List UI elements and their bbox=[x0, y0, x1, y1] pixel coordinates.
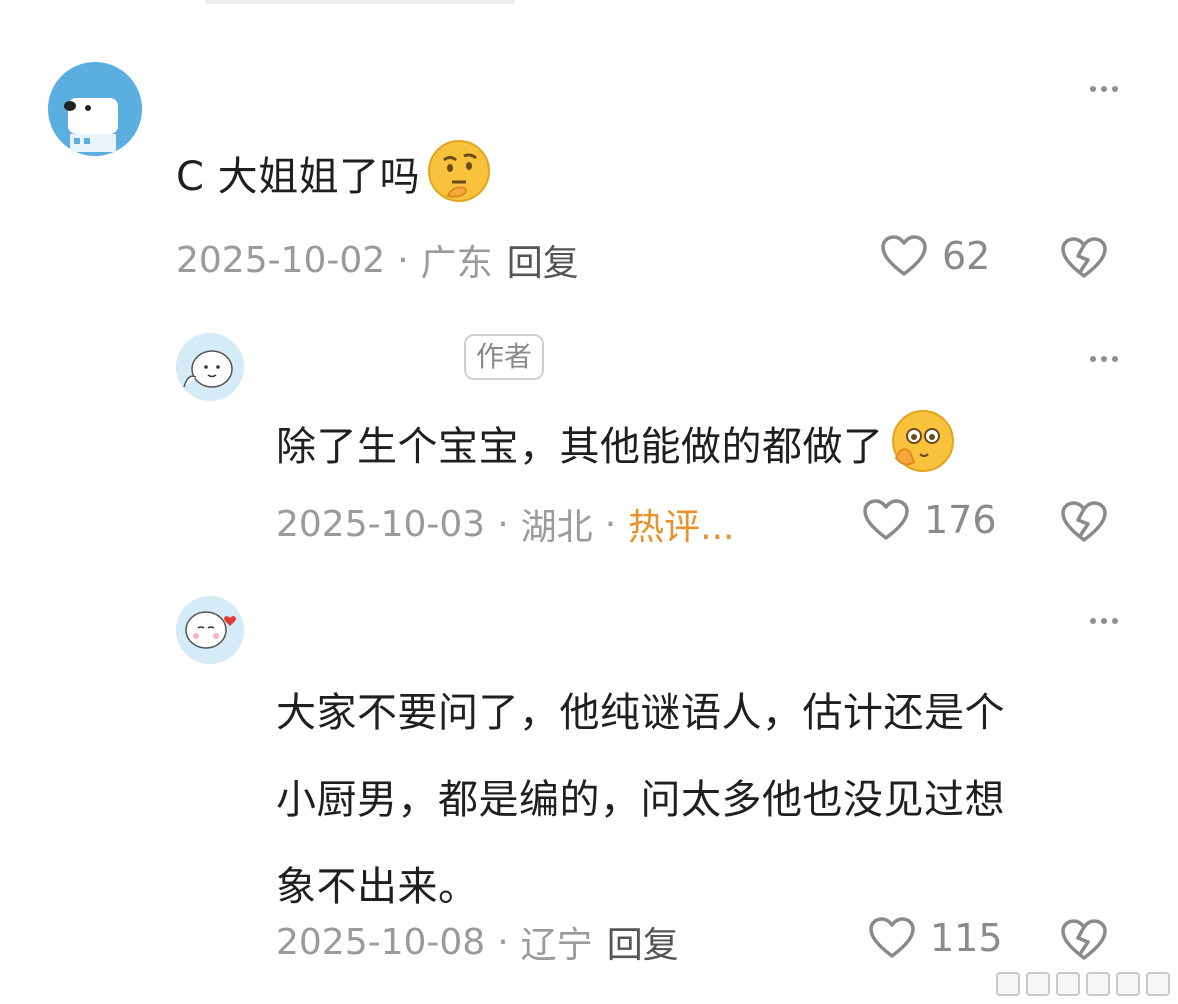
dislike-button[interactable] bbox=[1060, 500, 1108, 548]
comment-item: C 大姐姐了吗 2025-10-02 · 广东 回复 62 bbox=[0, 0, 1178, 300]
like-count: 115 bbox=[930, 916, 1003, 960]
more-options-button[interactable] bbox=[1090, 356, 1118, 362]
avatar[interactable] bbox=[176, 333, 244, 401]
dislike-button[interactable] bbox=[1060, 236, 1108, 284]
cartoon-avatar-icon bbox=[176, 333, 244, 401]
comment-meta: 2025-10-02 · 广东 回复 bbox=[176, 234, 579, 286]
broken-heart-icon bbox=[1061, 919, 1107, 960]
more-options-button[interactable] bbox=[1090, 86, 1118, 92]
peeking-face-emoji bbox=[890, 408, 956, 490]
avatar[interactable] bbox=[48, 62, 142, 156]
dislike-button[interactable] bbox=[1060, 918, 1108, 966]
comment-text: 大家不要问了，他纯谜语人，估计还是个 小厨男，都是编的，问太多他也没见过想 象不… bbox=[276, 690, 1005, 910]
comment-date: 2025-10-03 bbox=[276, 503, 486, 545]
hot-comment-label[interactable]: 热评... bbox=[628, 498, 734, 550]
comment-location: 辽宁 bbox=[520, 925, 593, 966]
like-count: 62 bbox=[942, 234, 991, 278]
dog-avatar-icon bbox=[48, 62, 142, 156]
heart-outline-icon bbox=[881, 235, 927, 276]
like-button[interactable]: 176 bbox=[862, 498, 997, 542]
author-badge: 作者 bbox=[464, 334, 545, 380]
broken-heart-icon bbox=[1061, 501, 1107, 542]
heart-outline-icon bbox=[869, 917, 915, 958]
reply-item: 大家不要问了，他纯谜语人，估计还是个 小厨男，都是编的，问太多他也没见过想 象不… bbox=[0, 560, 1178, 1004]
like-count: 176 bbox=[924, 498, 997, 542]
comment-meta: 2025-10-03 · 湖北 · 热评... bbox=[276, 498, 734, 550]
avatar[interactable] bbox=[176, 596, 244, 664]
reply-button[interactable]: 回复 bbox=[607, 916, 679, 968]
comment-location: 广东 bbox=[420, 243, 493, 284]
more-options-button[interactable] bbox=[1090, 618, 1118, 624]
comment-text: C 大姐姐了吗 bbox=[176, 138, 492, 220]
comment-meta: 2025-10-08 · 辽宁 回复 bbox=[276, 916, 679, 968]
thinking-face-emoji bbox=[426, 138, 492, 220]
watermark-logo bbox=[996, 972, 1170, 996]
broken-heart-icon bbox=[1061, 237, 1107, 278]
cartoon-avatar-icon bbox=[176, 596, 244, 664]
like-button[interactable]: 115 bbox=[868, 916, 1003, 960]
comment-date: 2025-10-08 bbox=[276, 921, 486, 963]
comment-date: 2025-10-02 bbox=[176, 239, 386, 281]
reply-item: 作者 除了生个宝宝，其他能做的都做了 2025-10-03 · 湖北 · 热评.… bbox=[0, 300, 1178, 560]
comment-location: 湖北 bbox=[520, 507, 593, 548]
reply-button[interactable]: 回复 bbox=[507, 234, 579, 286]
like-button[interactable]: 62 bbox=[880, 234, 990, 278]
comment-text: 除了生个宝宝，其他能做的都做了 bbox=[276, 408, 956, 490]
heart-outline-icon bbox=[863, 499, 909, 540]
